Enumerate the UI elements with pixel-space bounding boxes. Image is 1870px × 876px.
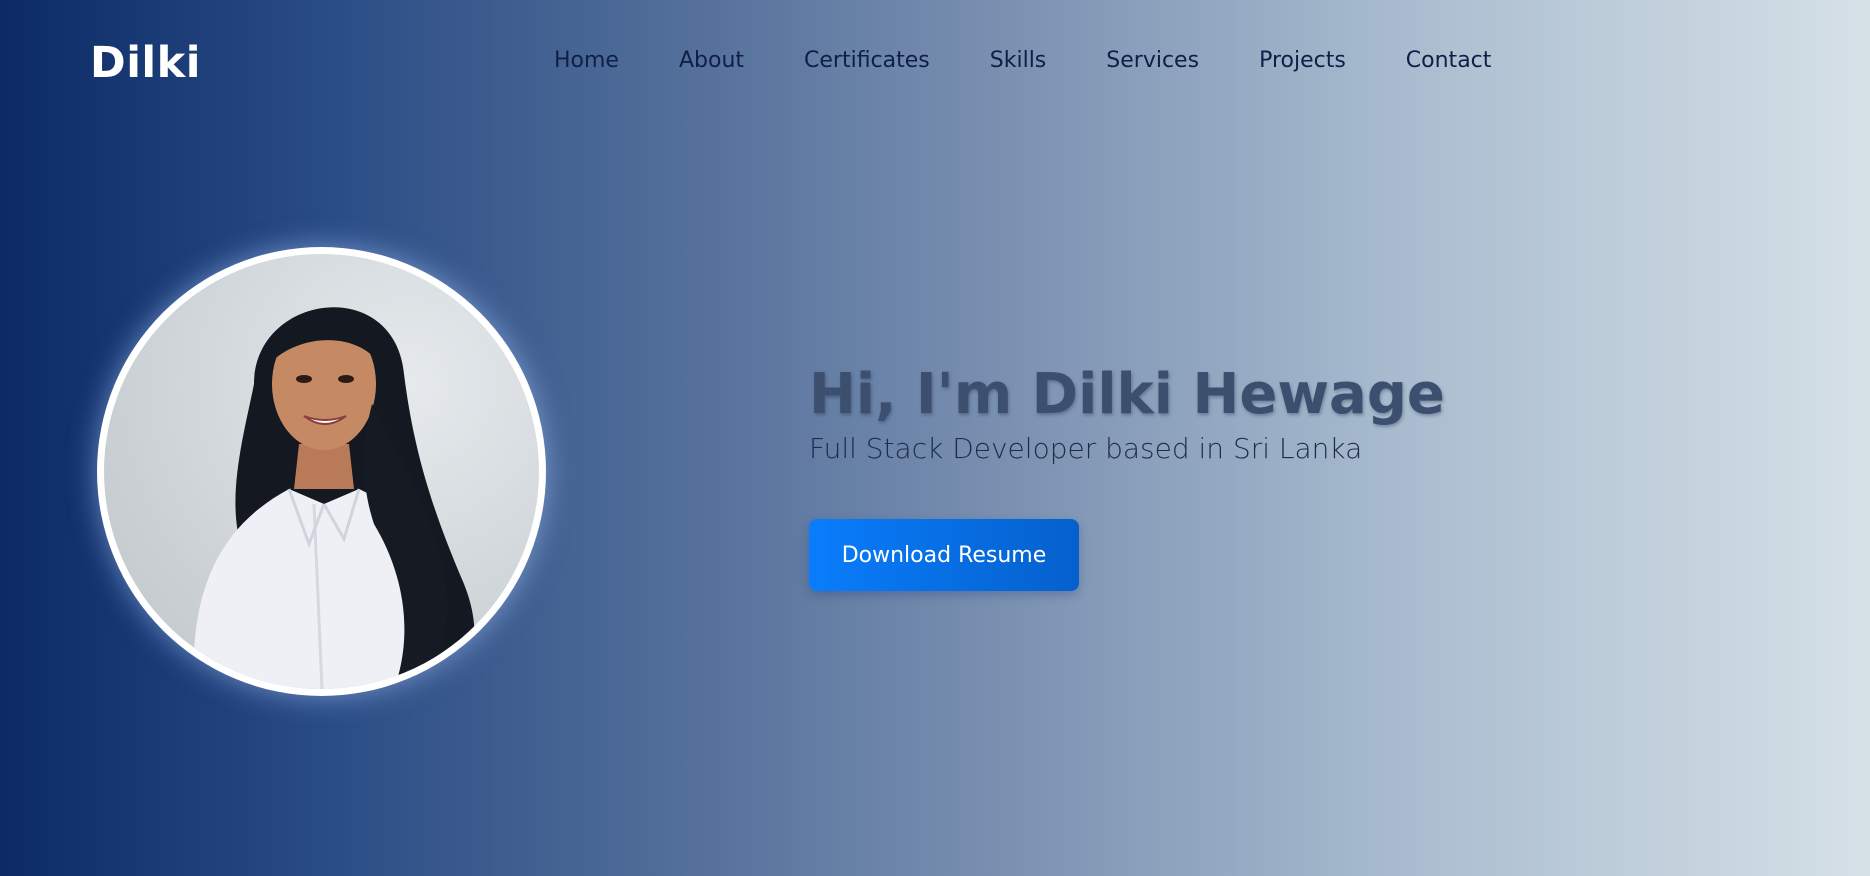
nav-link-projects[interactable]: Projects — [1259, 48, 1346, 73]
nav-links: Home About Certificates Skills Services … — [554, 48, 1491, 73]
avatar-frame — [97, 247, 546, 696]
brand-logo[interactable]: Dilki — [90, 38, 201, 88]
hero-section: Hi, I'm Dilki Hewage Full Stack Develope… — [809, 360, 1445, 465]
navbar: Dilki Home About Certificates Skills Ser… — [0, 0, 1870, 128]
hero-title: Hi, I'm Dilki Hewage — [809, 362, 1445, 427]
nav-link-contact[interactable]: Contact — [1406, 48, 1492, 73]
nav-link-certificates[interactable]: Certificates — [804, 48, 930, 73]
profile-photo-icon — [193, 307, 475, 689]
nav-link-skills[interactable]: Skills — [990, 48, 1047, 73]
nav-link-services[interactable]: Services — [1106, 48, 1199, 73]
download-resume-button[interactable]: Download Resume — [809, 519, 1079, 591]
nav-link-home[interactable]: Home — [554, 48, 619, 73]
avatar — [104, 254, 539, 689]
hero-subtitle: Full Stack Developer based in Sri Lanka — [809, 432, 1363, 465]
nav-link-about[interactable]: About — [679, 48, 744, 73]
